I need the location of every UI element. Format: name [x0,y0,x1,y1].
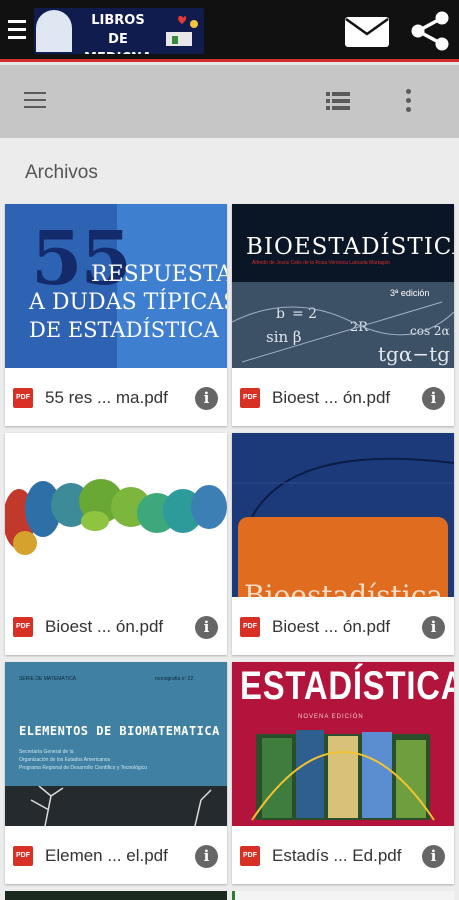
file-name: Bioest ... ón.pdf [272,388,391,407]
cover-text: DE ESTADÍSTICA [29,318,219,342]
cover-text: ELEMENTOS DE BIOMATEMATICA [19,724,220,738]
file-card-footer: PDF Elemen ... el.pdf i [5,826,227,884]
graph-decoration [232,301,454,363]
file-thumbnail: ESTADÍSTICA NOVENA EDICIÓN [232,662,454,826]
info-icon[interactable]: i [195,387,218,410]
file-thumbnail [5,433,227,597]
cover-text: SERIE DE MATEMÁTICA [19,676,77,682]
cover-text: RESPUESTAS [91,262,227,287]
mail-icon[interactable] [344,16,390,48]
file-card[interactable]: PDF Bioest ... ón.pdf i [5,433,227,655]
info-icon[interactable]: i [422,616,445,639]
file-toolbar [0,65,459,138]
file-card[interactable]: Bioestadística PDF Bioest ... ón.pdf i [232,433,454,655]
menu-icon[interactable] [24,92,46,110]
file-thumbnail: 55 RESPUESTAS A DUDAS TÍPICAS DE ESTADÍS… [5,204,227,368]
pdf-file-icon: PDF [13,388,33,408]
curve-decoration [232,457,454,517]
file-name: Estadís ... Ed.pdf [272,846,402,865]
cover-text: A DUDAS TÍPICAS [29,290,227,315]
file-card-footer: PDF Estadís ... Ed.pdf i [232,826,454,884]
cover-text: Secretaría General de la Organización de… [19,748,147,772]
file-card-footer: PDF 55 res ... ma.pdf i [5,368,227,426]
medical-decoration-icon [166,15,198,46]
cover-line: Secretaría General de la [19,749,74,755]
protein-molecule-image [5,479,227,555]
file-card-footer: PDF Bioest ... ón.pdf i [232,368,454,426]
section-title: Archivos [25,162,98,183]
share-icon[interactable] [406,8,452,54]
cover-collage-image [251,730,435,821]
more-vert-icon[interactable] [406,89,412,113]
tree-decoration [30,786,212,826]
file-card-footer: PDF Bioest ... ón.pdf i [5,597,227,655]
cover-text: ESTADÍSTICA [240,664,454,708]
file-thumbnail: Bioestadística [232,433,454,597]
file-card-footer: PDF Bioest ... ón.pdf i [232,597,454,655]
drawer-menu-icon[interactable] [8,20,26,40]
file-card[interactable]: BIOESTADÍSTICA Alfredo de Jesús Celis de… [232,204,454,426]
app-logo: LIBROS DE MEDICNA [34,8,204,54]
cover-line: Programa Regional de Desarrollo Científi… [19,765,148,771]
file-name: 55 res ... ma.pdf [45,388,168,407]
cover-text: Alfredo de Jesús Celis de la Rosa Veróni… [252,260,391,266]
file-thumbnail: SERIE DE MATEMÁTICA monografía nº 22 ELE… [5,662,227,826]
file-grid: Archivos 55 RESPUESTAS A DUDAS TÍPICAS D… [0,138,459,900]
file-thumbnail: BIOESTADÍSTICA Alfredo de Jesús Celis de… [232,204,454,368]
file-card[interactable]: SERIE DE MATEMÁTICA monografía nº 22 ELE… [5,662,227,884]
info-icon[interactable]: i [422,845,445,868]
pdf-file-icon: PDF [240,617,260,637]
file-card[interactable]: ESTADÍSTICA NOVENA EDICIÓN PDF Estadís .… [232,662,454,884]
file-card[interactable]: 55 RESPUESTAS A DUDAS TÍPICAS DE ESTADÍS… [5,204,227,426]
file-card-partial[interactable] [5,891,227,900]
info-icon[interactable]: i [195,845,218,868]
file-name: Bioest ... ón.pdf [272,617,391,636]
file-name: Elemen ... el.pdf [45,846,168,865]
cover-text: Bioestadística [244,579,444,597]
pdf-file-icon: PDF [13,846,33,866]
file-name: Bioest ... ón.pdf [45,617,164,636]
file-card-partial[interactable] [232,891,454,900]
app-bar: LIBROS DE MEDICNA [0,0,459,62]
logo-text: LIBROS DE MEDICNA [84,13,152,54]
pdf-file-icon: PDF [240,388,260,408]
pdf-file-icon: PDF [240,846,260,866]
cover-text: BIOESTADÍSTICA [246,234,454,260]
list-view-icon[interactable] [326,91,350,111]
info-icon[interactable]: i [195,616,218,639]
doctor-illustration [36,10,72,52]
cover-text: NOVENA EDICIÓN [298,714,364,720]
info-icon[interactable]: i [422,387,445,410]
cover-line: Organización de los Estados Americanos [19,757,111,763]
pdf-file-icon: PDF [13,617,33,637]
cover-text: monografía nº 22 [155,676,194,682]
